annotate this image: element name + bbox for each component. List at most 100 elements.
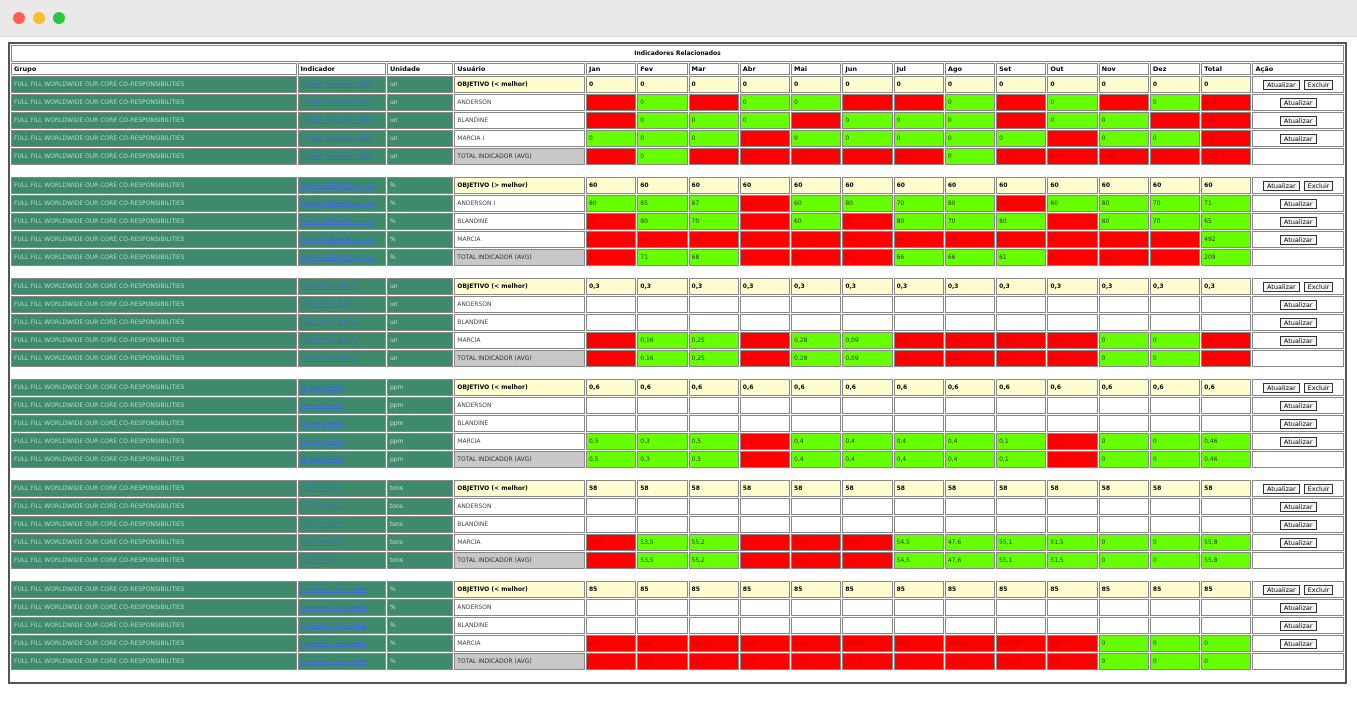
update-button[interactable]: Atualizar [1279,400,1317,411]
update-button[interactable]: Atualizar [1262,180,1300,191]
indicator-link[interactable]: Safety Culture Roadmap [301,236,374,243]
update-button[interactable]: Atualizar [1262,79,1300,90]
delete-button[interactable]: Excluir [1303,180,1334,191]
month-value-cell: 110 [791,635,842,652]
indicator-link[interactable]: Consumer Complaints [301,586,367,593]
update-button[interactable]: Atualizar [1279,299,1317,310]
update-button[interactable]: Atualizar [1262,483,1300,494]
month-value-cell: 0 [1149,332,1201,349]
total-value-cell: 0 [1201,76,1252,93]
indicator-link[interactable]: CO2 Emission [301,557,342,564]
delete-button[interactable]: Excluir [1303,281,1334,292]
indicator-link[interactable]: CO2 Emission [301,485,342,492]
update-button[interactable]: Atualizar [1279,133,1317,144]
update-button[interactable]: Atualizar [1279,97,1317,108]
unit-cell: ppm [386,433,454,450]
indicator-link[interactable]: Cost of non Quality [301,301,359,308]
action-cell: Atualizar Excluir [1252,177,1344,194]
month-value-cell [637,296,688,313]
close-window-icon[interactable] [13,12,25,24]
indicator-link[interactable]: Enlargo Frequency Rate [301,153,372,160]
indicator-link[interactable]: Safety Culture Roadmap [301,182,374,189]
delete-button[interactable]: Excluir [1303,483,1334,494]
indicator-link[interactable]: Safety Culture Roadmap [301,254,374,261]
delete-button[interactable]: Excluir [1303,382,1334,393]
month-value-cell: 0,3 [585,278,637,295]
user-cell: OBJETIVO (< melhor) [454,76,585,93]
month-value-cell [585,498,637,515]
update-button[interactable]: Atualizar [1262,584,1300,595]
table-row: FULL FILL WORLDWIDE OUR CORE CO-RESPONSI… [11,314,1344,331]
month-value-cell: 0,6 [688,379,739,396]
update-button[interactable]: Atualizar [1279,335,1317,346]
update-button[interactable]: Atualizar [1279,519,1317,530]
month-value-cell: 85 [739,581,791,598]
indicator-link[interactable]: Cost of non Quality [301,319,359,326]
indicator-link[interactable]: Enlargo Frequency Rate [301,117,372,124]
update-button[interactable]: Atualizar [1279,501,1317,512]
indicator-link[interactable]: CO2 Emission [301,521,342,528]
update-button[interactable]: Atualizar [1279,198,1317,209]
indicator-link[interactable]: Consumer Complaints [301,640,367,647]
month-value-cell [1047,314,1098,331]
month-value-cell [1047,296,1098,313]
update-button[interactable]: Atualizar [1262,281,1300,292]
indicator-link[interactable]: Cost of non Quality [301,283,359,290]
indicator-link[interactable]: Enlargo Frequency Rate [301,81,372,88]
indicator-link[interactable]: Cost of non Quality [301,337,359,344]
block-separator [11,368,1344,378]
month-value-cell: 0,3 [637,278,688,295]
month-value-cell: 0,63 [739,332,791,349]
delete-button[interactable]: Excluir [1303,584,1334,595]
update-button[interactable]: Atualizar [1279,317,1317,328]
table-row: FULL FILL WORLDWIDE OUR CORE CO-RESPONSI… [11,599,1344,616]
month-value-cell [1149,599,1201,616]
update-button[interactable]: Atualizar [1279,115,1317,126]
user-cell: BLANDINE [454,617,585,634]
month-value-cell: 0,52 [944,350,996,367]
indicator-link[interactable]: Enlargo Frequency Rate [301,99,372,106]
indicator-link[interactable]: Enlargo Frequency Rate [301,135,372,142]
action-cell: Atualizar [1252,94,1344,111]
indicator-link[interactable]: Consumer Complaints [301,604,367,611]
action-cell: Atualizar Excluir [1252,278,1344,295]
month-value-cell [842,617,893,634]
indicator-link[interactable]: Safety Culture Roadmap [301,218,374,225]
zoom-window-icon[interactable] [53,12,65,24]
table-row: FULL FILL WORLDWIDE OUR CORE CO-RESPONSI… [11,249,1344,266]
indicator-link[interactable]: Safety Culture Roadmap [301,200,374,207]
update-button[interactable]: Atualizar [1279,436,1317,447]
minimize-window-icon[interactable] [33,12,45,24]
indicator-link[interactable]: Cost of non Quality [301,355,359,362]
table-row: FULL FILL WORLDWIDE OUR CORE CO-RESPONSI… [11,415,1344,432]
indicator-link[interactable]: Global Quality [301,420,344,427]
indicator-link[interactable]: Consumer Complaints [301,622,367,629]
group-cell: FULL FILL WORLDWIDE OUR CORE CO-RESPONSI… [11,231,297,248]
update-button[interactable]: Atualizar [1262,382,1300,393]
month-value-cell: 0,6 [1047,379,1098,396]
indicator-link[interactable]: CO2 Emission [301,539,342,546]
action-cell-empty [1252,653,1344,670]
delete-button[interactable]: Excluir [1303,79,1334,90]
update-button[interactable]: Atualizar [1279,537,1317,548]
indicator-link[interactable]: Global Quality [301,438,344,445]
month-value-cell: 0,1 [996,451,1047,468]
update-button[interactable]: Atualizar [1279,234,1317,245]
indicator-link[interactable]: Global Quality [301,402,344,409]
unit-cell: un [386,332,454,349]
indicator-link[interactable]: CO2 Emission [301,503,342,510]
indicator-link[interactable]: Consumer Complaints [301,658,367,665]
indicator-cell: Enlargo Frequency Rate [297,130,386,147]
update-button[interactable]: Atualizar [1279,638,1317,649]
indicator-cell: Safety Culture Roadmap [297,249,386,266]
user-cell: MARCIA [454,433,585,450]
month-value-cell [585,296,637,313]
indicator-link[interactable]: Global Quality [301,384,344,391]
update-button[interactable]: Atualizar [1279,602,1317,613]
indicator-link[interactable]: Global Quality [301,456,344,463]
update-button[interactable]: Atualizar [1279,418,1317,429]
update-button[interactable]: Atualizar [1279,216,1317,227]
user-cell: ANDERSON I [454,195,585,212]
update-button[interactable]: Atualizar [1279,620,1317,631]
month-value-cell: 62,4 [585,534,637,551]
